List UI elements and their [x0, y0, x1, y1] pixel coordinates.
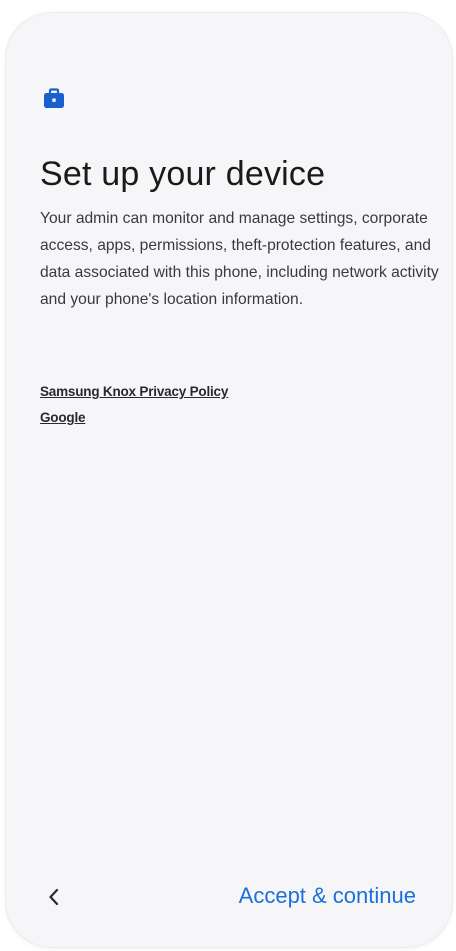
- samsung-knox-privacy-policy-link[interactable]: Samsung Knox Privacy Policy: [40, 379, 228, 405]
- google-privacy-policy-link[interactable]: Google: [40, 405, 228, 431]
- device-setup-screen: Set up your device Your admin can monito…: [6, 13, 452, 947]
- privacy-links: Samsung Knox Privacy Policy Google: [40, 379, 228, 431]
- briefcase-icon: [41, 86, 67, 112]
- page-title: Set up your device: [40, 155, 326, 193]
- admin-disclosure-text: Your admin can monitor and manage settin…: [40, 210, 439, 308]
- back-button[interactable]: [36, 881, 72, 917]
- chevron-left-icon: [47, 888, 61, 911]
- accept-continue-button[interactable]: Accept & continue: [239, 883, 416, 909]
